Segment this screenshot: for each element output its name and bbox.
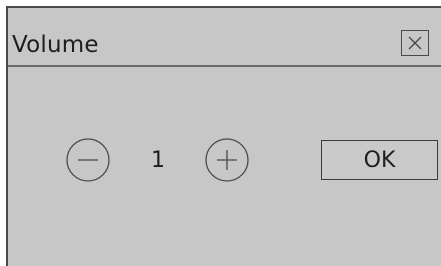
close-icon [408,36,422,50]
decrease-button[interactable] [65,137,111,183]
ok-button[interactable]: OK [321,140,438,180]
plus-circle-icon [205,138,249,182]
volume-value: 1 [151,148,165,173]
title-divider [8,65,441,67]
dialog-title: Volume [12,32,99,58]
increase-button[interactable] [204,137,250,183]
close-button[interactable] [401,30,429,56]
volume-dialog: Volume 1 OK [6,6,441,266]
minus-circle-icon [66,138,110,182]
